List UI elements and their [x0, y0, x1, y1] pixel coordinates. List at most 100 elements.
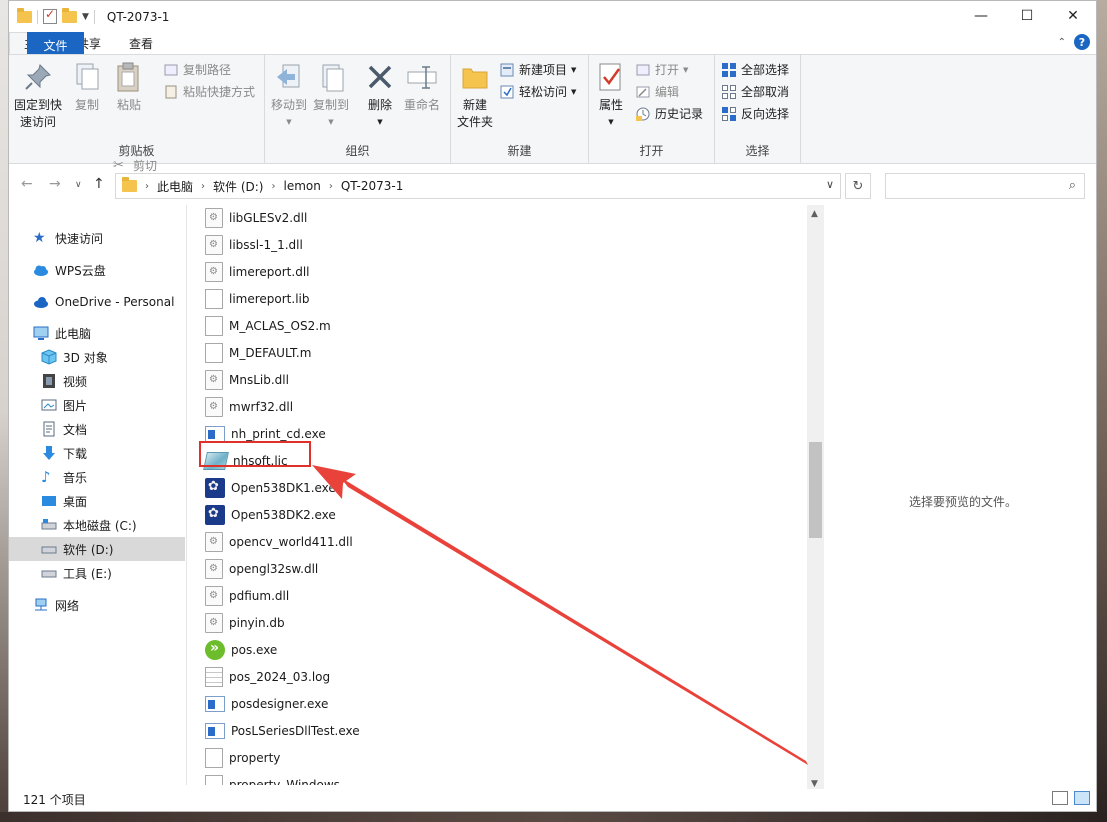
open-label: 打开 — [655, 63, 680, 77]
rename-button[interactable]: 重命名 — [401, 61, 443, 114]
file-row[interactable]: libGLESv2.dll — [205, 205, 307, 231]
back-arrow-icon[interactable]: ← — [21, 176, 33, 192]
history-button[interactable]: 历史记录 — [635, 105, 703, 122]
properties-button[interactable]: 属性 ▼ — [593, 61, 629, 131]
new-folder-icon[interactable] — [62, 7, 77, 23]
paste-button[interactable]: 粘贴 — [111, 61, 147, 114]
details-view-icon[interactable] — [1052, 791, 1068, 805]
breadcrumb-this-pc[interactable]: 此电脑 — [157, 178, 193, 195]
file-row[interactable]: posdesigner.exe — [205, 690, 328, 717]
desktop-background-left — [0, 0, 8, 822]
file-row[interactable]: pos.exe — [205, 636, 277, 663]
nav-desktop[interactable]: 桌面 — [41, 489, 87, 513]
copy-icon — [71, 61, 103, 93]
nav-network-label: 网络 — [55, 598, 80, 613]
chevron-right-icon[interactable]: › — [271, 181, 275, 192]
file-row[interactable]: mwrf32.dll — [205, 393, 293, 420]
file-row[interactable]: opengl32sw.dll — [205, 555, 318, 582]
chevron-right-icon[interactable]: › — [329, 181, 333, 192]
window-title: QT-2073-1 — [106, 9, 170, 24]
nav-videos[interactable]: 视频 — [41, 369, 87, 393]
paste-shortcut-button[interactable]: 粘贴快捷方式 — [163, 83, 255, 100]
file-row[interactable]: limereport.dll — [205, 258, 310, 285]
refresh-button[interactable]: ↻ — [845, 173, 871, 199]
folder-icon — [122, 177, 137, 192]
copy-to-icon — [315, 61, 347, 93]
nav-3d-objects[interactable]: 3D 对象 — [41, 345, 108, 369]
chevron-right-icon[interactable]: › — [145, 181, 149, 192]
nav-drive-d[interactable]: 软件 (D:) — [9, 537, 185, 561]
open-button[interactable]: 打开 ▼ — [635, 61, 688, 78]
nav-music[interactable]: ♪ 音乐 — [41, 465, 87, 489]
close-button[interactable]: ✕ — [1050, 1, 1096, 31]
file-list-scrollbar[interactable]: ▲ ▼ — [807, 205, 824, 789]
collapse-ribbon-icon[interactable]: ⌃ — [1058, 37, 1066, 48]
move-to-button[interactable]: 移动到 ▼ — [269, 61, 309, 131]
paste-shortcut-label: 粘贴快捷方式 — [183, 85, 256, 99]
properties-icon[interactable] — [43, 7, 57, 24]
file-row[interactable]: Open538DK2.exe — [205, 501, 336, 528]
minimize-button[interactable]: — — [958, 1, 1004, 31]
edit-button[interactable]: 编辑 — [635, 83, 679, 100]
breadcrumb-drive-d[interactable]: 软件 (D:) — [213, 178, 263, 195]
nav-drive-e[interactable]: 工具 (E:) — [41, 561, 112, 585]
nav-documents[interactable]: 文档 — [41, 417, 87, 441]
file-row[interactable]: PosLSeriesDllTest.exe — [205, 717, 360, 744]
pin-quick-access-button[interactable]: 固定到快 速访问 — [13, 61, 63, 131]
tab-view[interactable]: 查看 — [115, 32, 167, 54]
address-bar[interactable]: › 此电脑 › 软件 (D:) › lemon › QT-2073-1 ∨ — [115, 173, 841, 199]
search-input[interactable]: ⌕ — [885, 173, 1085, 199]
new-item-button[interactable]: 新建项目 ▼ — [499, 61, 576, 78]
file-row[interactable]: opencv_world411.dll — [205, 528, 353, 555]
file-row[interactable]: pdfium.dll — [205, 582, 289, 609]
copy-button[interactable]: 复制 — [69, 61, 105, 114]
plain-file-icon — [205, 747, 223, 768]
nav-downloads-label: 下载 — [63, 446, 88, 461]
new-folder-button[interactable]: 新建 文件夹 — [455, 61, 495, 131]
breadcrumb-current-folder[interactable]: QT-2073-1 — [341, 179, 404, 193]
invert-selection-button[interactable]: 反向选择 — [721, 105, 789, 122]
scroll-up-icon[interactable]: ▲ — [811, 209, 818, 219]
nav-quick-access[interactable]: ★ 快速访问 — [33, 226, 103, 250]
file-row[interactable]: M_ACLAS_OS2.m — [205, 312, 331, 339]
file-row[interactable]: MnsLib.dll — [205, 366, 289, 393]
nav-wps-cloud[interactable]: WPS云盘 — [33, 258, 106, 282]
file-row[interactable]: property — [205, 744, 280, 771]
file-row[interactable]: limereport.lib — [205, 285, 310, 312]
file-row[interactable]: property_Windows — [205, 771, 340, 785]
forward-arrow-icon[interactable]: → — [49, 176, 61, 192]
up-arrow-icon[interactable]: ↑ — [93, 176, 105, 192]
file-row[interactable]: M_DEFAULT.m — [205, 339, 311, 366]
select-none-button[interactable]: 全部取消 — [721, 83, 789, 100]
file-row[interactable]: Open538DK1.exe — [205, 474, 336, 501]
rename-label: 重命名 — [403, 98, 440, 112]
copy-to-button[interactable]: 复制到 ▼ — [311, 61, 351, 131]
file-list: libGLESv2.dll libssl-1_1.dll limereport.dl… — [187, 205, 807, 785]
copy-path-button[interactable]: 复制路径 — [163, 61, 231, 78]
ribbon: 固定到快 速访问 复制 粘贴 复制路径 粘贴快捷方式 ✂ 剪切 剪贴板 移动到 … — [9, 54, 1096, 173]
nav-drive-c[interactable]: 本地磁盘 (C:) — [41, 513, 137, 537]
nav-downloads[interactable]: 下载 — [41, 441, 87, 465]
large-icons-view-icon[interactable] — [1074, 791, 1090, 805]
maximize-button[interactable]: ☐ — [1004, 1, 1050, 31]
file-row[interactable]: pos_2024_03.log — [205, 663, 330, 690]
nav-network[interactable]: 网络 — [33, 593, 79, 617]
nav-this-pc[interactable]: 此电脑 — [33, 321, 91, 345]
file-row[interactable]: pinyin.db — [205, 609, 285, 636]
chevron-right-icon[interactable]: › — [201, 181, 205, 192]
delete-button[interactable]: 删除 ▼ — [363, 61, 397, 131]
cube-icon — [41, 349, 57, 365]
breadcrumb-lemon[interactable]: lemon — [283, 179, 320, 193]
easy-access-label: 轻松访问 — [519, 85, 568, 99]
folder-icon — [17, 7, 32, 23]
easy-access-button[interactable]: 轻松访问 ▼ — [499, 83, 576, 100]
help-icon[interactable]: ? — [1074, 34, 1090, 50]
recent-locations-icon[interactable]: ∨ — [75, 180, 82, 190]
qat-dropdown-icon[interactable]: ▼ — [82, 12, 89, 22]
nav-onedrive[interactable]: OneDrive - Personal — [33, 290, 174, 314]
nav-pictures[interactable]: 图片 — [41, 393, 87, 417]
scrollbar-thumb[interactable] — [809, 442, 822, 538]
select-all-button[interactable]: 全部选择 — [721, 61, 789, 78]
file-row[interactable]: libssl-1_1.dll — [205, 231, 303, 258]
chevron-down-icon[interactable]: ∨ — [826, 178, 834, 191]
